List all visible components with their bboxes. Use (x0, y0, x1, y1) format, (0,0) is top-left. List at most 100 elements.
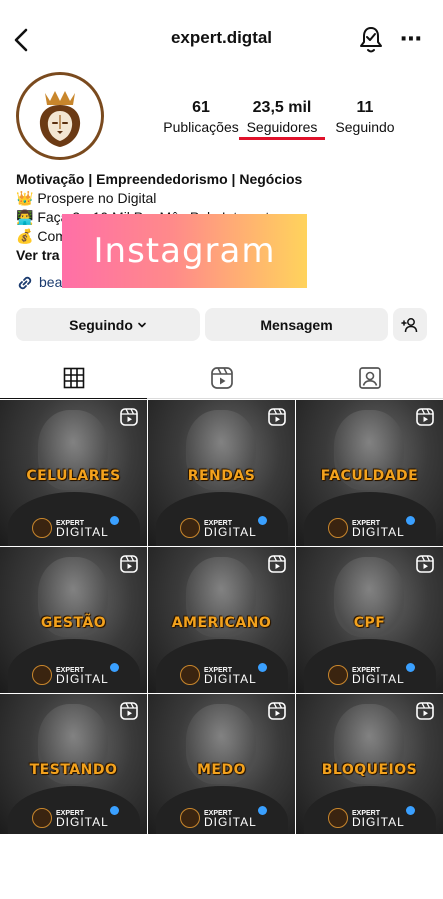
following-button-label: Seguindo (69, 316, 133, 333)
brand-text: EXPERT DIGITAL (352, 666, 405, 686)
tab-reels[interactable] (148, 357, 295, 399)
brand-text: EXPERT DIGITAL (352, 809, 405, 828)
verified-badge-icon (258, 516, 267, 525)
post-tile[interactable]: BLOQUEIOS EXPERT DIGITAL (296, 694, 443, 834)
reel-badge-icon (120, 555, 138, 573)
verified-badge-icon (110, 806, 119, 815)
verified-badge-icon (258, 663, 267, 672)
post-caption: GESTÃO (40, 615, 107, 631)
suggest-people-button[interactable] (393, 308, 427, 341)
chevron-down-icon (138, 322, 146, 327)
brand-line-2: DIGITAL (352, 672, 405, 686)
post-caption: TESTANDO (29, 762, 118, 778)
reel-badge-icon (416, 408, 434, 426)
post-caption: FACULDADE (320, 468, 419, 484)
post-tile[interactable]: CELULARES EXPERT DIGITAL (0, 400, 147, 546)
post-caption: CPF (353, 615, 386, 631)
post-brand: EXPERT DIGITAL (180, 663, 267, 686)
profile-tabs (0, 357, 443, 399)
brand-logo-icon (180, 518, 200, 538)
tab-posts-grid[interactable] (0, 357, 147, 399)
following-count: 11 (356, 99, 374, 116)
laptop-emoji-icon: 👨‍💻 (16, 209, 34, 225)
add-person-icon (401, 317, 418, 332)
post-tile[interactable]: TESTANDO EXPERT DIGITAL (0, 694, 147, 834)
brand-text: EXPERT DIGITAL (204, 519, 257, 539)
tagged-person-icon (358, 367, 381, 389)
post-caption: RENDAS (187, 468, 256, 484)
posts-grid: CELULARES EXPERT DIGITAL RENDAS EXPERT D… (0, 400, 443, 834)
reel-badge-icon (416, 702, 434, 720)
brand-logo-icon (32, 665, 52, 685)
crown-emoji-icon: 👑 (16, 190, 34, 206)
tab-tagged[interactable] (296, 357, 443, 399)
bio-line-1: 👑 Prospere no Digital (16, 189, 436, 208)
brand-text: EXPERT DIGITAL (56, 519, 109, 539)
brand-text: EXPERT DIGITAL (204, 666, 257, 686)
instagram-overlay-banner: Instagram (62, 214, 307, 288)
more-options-icon[interactable]: ⋯ (400, 27, 422, 51)
brand-line-2: DIGITAL (204, 672, 257, 686)
bio-line-1-text: Prospere no Digital (37, 190, 157, 206)
post-caption: MEDO (196, 762, 247, 778)
brand-text: EXPERT DIGITAL (204, 809, 257, 828)
post-brand: EXPERT DIGITAL (32, 663, 119, 686)
avatar[interactable] (16, 72, 104, 160)
reel-badge-icon (416, 555, 434, 573)
brand-text: EXPERT DIGITAL (352, 519, 405, 539)
posts-label: Publicações (163, 119, 239, 135)
link-icon (18, 276, 32, 289)
followers-label: Seguidores (246, 119, 318, 135)
notification-bell-icon[interactable] (358, 25, 384, 55)
post-brand: EXPERT DIGITAL (32, 806, 119, 829)
post-tile[interactable]: CPF EXPERT DIGITAL (296, 547, 443, 693)
post-caption: CELULARES (26, 468, 121, 484)
grid-icon (63, 367, 84, 388)
post-caption: AMERICANO (171, 615, 272, 631)
post-brand: EXPERT DIGITAL (328, 663, 415, 686)
post-tile[interactable]: MEDO EXPERT DIGITAL (148, 694, 295, 834)
posts-stat[interactable]: 61 Publicações (160, 98, 242, 136)
brand-line-2: DIGITAL (56, 815, 109, 829)
brand-logo-icon (32, 808, 52, 828)
bio-link-text: bea (39, 274, 63, 290)
brand-line-2: DIGITAL (204, 525, 257, 539)
followers-count: 23,5 mil (252, 99, 312, 116)
reels-icon (210, 367, 233, 389)
reel-badge-icon (268, 702, 286, 720)
post-brand: EXPERT DIGITAL (328, 806, 415, 828)
reel-badge-icon (268, 555, 286, 573)
following-stat[interactable]: 11 Seguindo (330, 98, 400, 136)
brand-line-2: DIGITAL (56, 672, 109, 686)
post-tile[interactable]: FACULDADE EXPERT DIGITAL (296, 400, 443, 546)
overlay-text: Instagram (93, 231, 276, 271)
brand-logo-icon (328, 518, 348, 538)
post-tile[interactable]: GESTÃO EXPERT DIGITAL (0, 547, 147, 693)
following-button[interactable]: Seguindo (16, 308, 200, 341)
following-label: Seguindo (335, 119, 395, 135)
highlight-underline (239, 137, 325, 140)
lion-crown-logo (39, 91, 81, 147)
post-tile[interactable]: AMERICANO EXPERT DIGITAL (148, 547, 295, 693)
post-brand: EXPERT DIGITAL (180, 516, 267, 539)
brand-line-2: DIGITAL (352, 525, 405, 539)
brand-logo-icon (328, 665, 348, 685)
verified-badge-icon (406, 806, 415, 815)
verified-badge-icon (406, 516, 415, 525)
followers-stat[interactable]: 23,5 mil Seguidores (237, 98, 327, 136)
message-button[interactable]: Mensagem (205, 308, 388, 341)
verified-badge-icon (406, 663, 415, 672)
money-bag-emoji-icon: 💰 (16, 228, 34, 244)
brand-text: EXPERT DIGITAL (56, 809, 109, 829)
reel-badge-icon (120, 408, 138, 426)
verified-badge-icon (258, 806, 267, 815)
reel-badge-icon (268, 408, 286, 426)
brand-logo-icon (180, 808, 200, 828)
post-tile[interactable]: RENDAS EXPERT DIGITAL (148, 400, 295, 546)
post-brand: EXPERT DIGITAL (328, 516, 415, 539)
reel-badge-icon (120, 702, 138, 720)
brand-logo-icon (32, 518, 52, 538)
verified-badge-icon (110, 516, 119, 525)
post-brand: EXPERT DIGITAL (180, 806, 267, 828)
brand-line-2: DIGITAL (56, 525, 109, 539)
